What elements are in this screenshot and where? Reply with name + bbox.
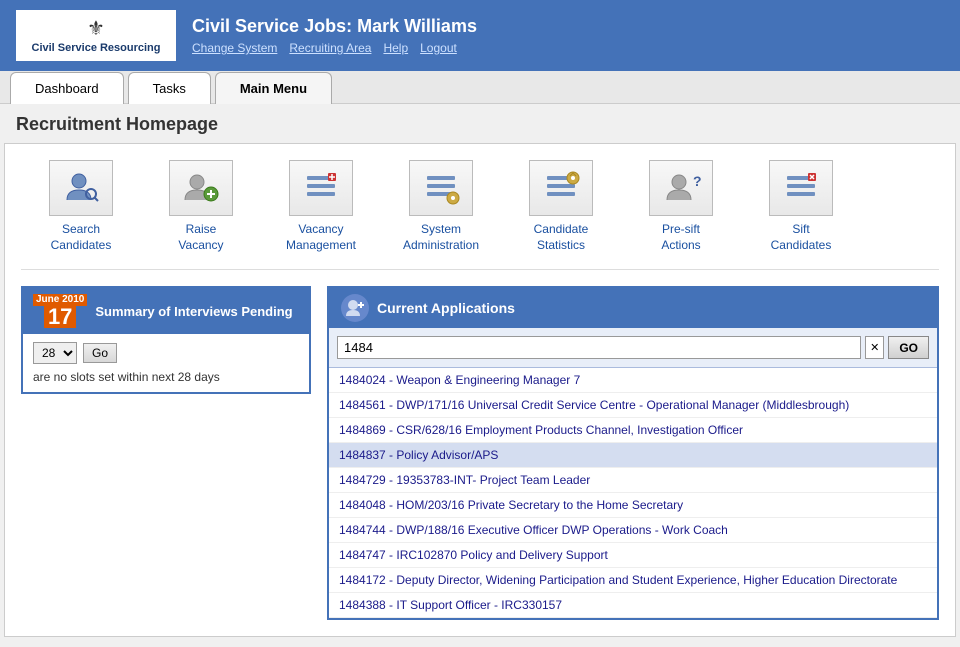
list-item[interactable]: 1484024 - Weapon & Engineering Manager 7	[329, 368, 937, 393]
tab-tasks[interactable]: Tasks	[128, 72, 211, 104]
search-candidates-icon-item[interactable]: SearchCandidates	[21, 160, 141, 253]
candidate-statistics-icon-item[interactable]: CandidateStatistics	[501, 160, 621, 253]
date-day-badge: 17	[44, 306, 76, 328]
vacancy-management-icon	[301, 168, 341, 208]
application-list: 1484024 - Weapon & Engineering Manager 7…	[329, 368, 937, 618]
candidate-statistics-label: CandidateStatistics	[534, 222, 589, 253]
list-item[interactable]: 1484744 - DWP/188/16 Executive Officer D…	[329, 518, 937, 543]
summary-controls: 28 7 14 21 Go	[33, 342, 299, 364]
list-item[interactable]: 1484172 - Deputy Director, Widening Part…	[329, 568, 937, 593]
header-links: Change System Recruiting Area Help Logou…	[192, 41, 477, 55]
raise-vacancy-icon	[181, 168, 221, 208]
summary-go-button[interactable]: Go	[83, 343, 117, 363]
main-content: SearchCandidates RaiseVacancy	[4, 143, 956, 637]
logout-link[interactable]: Logout	[420, 41, 457, 55]
list-item[interactable]: 1484048 - HOM/203/16 Private Secretary t…	[329, 493, 937, 518]
list-item[interactable]: 1484729 - 19353783-INT- Project Team Lea…	[329, 468, 937, 493]
change-system-link[interactable]: Change System	[192, 41, 277, 55]
search-candidates-label: SearchCandidates	[51, 222, 112, 253]
list-item[interactable]: 1484869 - CSR/628/16 Employment Products…	[329, 418, 937, 443]
candidate-statistics-icon-box	[529, 160, 593, 216]
system-administration-icon-box	[409, 160, 473, 216]
system-administration-icon	[421, 168, 461, 208]
pre-sift-actions-icon: ?	[661, 168, 701, 208]
sift-candidates-icon	[781, 168, 821, 208]
application-search-input[interactable]	[337, 336, 861, 359]
list-item[interactable]: 1484837 - Policy Advisor/APS	[329, 443, 937, 468]
bottom-section: June 2010 17 Summary of Interviews Pendi…	[21, 286, 939, 620]
recruiting-area-link[interactable]: Recruiting Area	[289, 41, 371, 55]
sift-candidates-label: SiftCandidates	[771, 222, 832, 253]
vacancy-management-icon-box	[289, 160, 353, 216]
logo-text: Civil Service Resourcing	[32, 41, 161, 55]
applications-header: Current Applications	[329, 288, 937, 328]
candidate-statistics-icon	[541, 168, 581, 208]
summary-box: June 2010 17 Summary of Interviews Pendi…	[21, 286, 311, 394]
header-info: Civil Service Jobs: Mark Williams Change…	[192, 16, 477, 55]
pre-sift-actions-label: Pre-siftActions	[661, 222, 700, 253]
list-item[interactable]: 1484388 - IT Support Officer - IRC330157	[329, 593, 937, 618]
search-candidates-icon-box	[49, 160, 113, 216]
svg-text:?: ?	[693, 173, 701, 189]
applications-title: Current Applications	[377, 300, 515, 316]
raise-vacancy-label: RaiseVacancy	[178, 222, 223, 253]
crest-icon: ⚜	[87, 16, 105, 41]
vacancy-management-label: VacancyManagement	[286, 222, 356, 253]
summary-body: 28 7 14 21 Go are no slots set within ne…	[23, 334, 309, 392]
header-title: Civil Service Jobs: Mark Williams	[192, 16, 477, 37]
pre-sift-actions-icon-item[interactable]: ? Pre-siftActions	[621, 160, 741, 253]
sift-candidates-icon-item[interactable]: SiftCandidates	[741, 160, 861, 253]
tab-main-menu[interactable]: Main Menu	[215, 72, 332, 104]
raise-vacancy-icon-box	[169, 160, 233, 216]
vacancy-management-icon-item[interactable]: VacancyManagement	[261, 160, 381, 253]
search-candidates-icon	[61, 168, 101, 208]
sift-candidates-icon-box	[769, 160, 833, 216]
applications-icon	[341, 294, 369, 322]
list-item[interactable]: 1484747 - IRC102870 Policy and Delivery …	[329, 543, 937, 568]
summary-title: Summary of Interviews Pending	[95, 304, 292, 319]
tabs: Dashboard Tasks Main Menu	[0, 71, 960, 104]
date-badge-container: June 2010 17	[33, 294, 87, 328]
summary-header: June 2010 17 Summary of Interviews Pendi…	[23, 288, 309, 334]
applications-box: Current Applications ✕ GO 1484024 - Weap…	[327, 286, 939, 620]
list-item[interactable]: 1484561 - DWP/171/16 Universal Credit Se…	[329, 393, 937, 418]
logo: ⚜ Civil Service Resourcing	[16, 10, 176, 61]
help-link[interactable]: Help	[383, 41, 408, 55]
search-bar: ✕ GO	[329, 328, 937, 368]
tab-dashboard[interactable]: Dashboard	[10, 72, 124, 104]
summary-text: are no slots set within next 28 days	[33, 370, 299, 384]
header: ⚜ Civil Service Resourcing Civil Service…	[0, 0, 960, 71]
days-select[interactable]: 28 7 14 21	[33, 342, 77, 364]
raise-vacancy-icon-item[interactable]: RaiseVacancy	[141, 160, 261, 253]
search-go-button[interactable]: GO	[888, 336, 929, 359]
icons-grid: SearchCandidates RaiseVacancy	[21, 160, 939, 270]
person-plus-small-icon	[345, 298, 365, 318]
page-title: Recruitment Homepage	[0, 104, 960, 143]
pre-sift-actions-icon-box: ?	[649, 160, 713, 216]
system-administration-label: SystemAdministration	[403, 222, 479, 253]
system-administration-icon-item[interactable]: SystemAdministration	[381, 160, 501, 253]
search-clear-button[interactable]: ✕	[865, 336, 884, 359]
